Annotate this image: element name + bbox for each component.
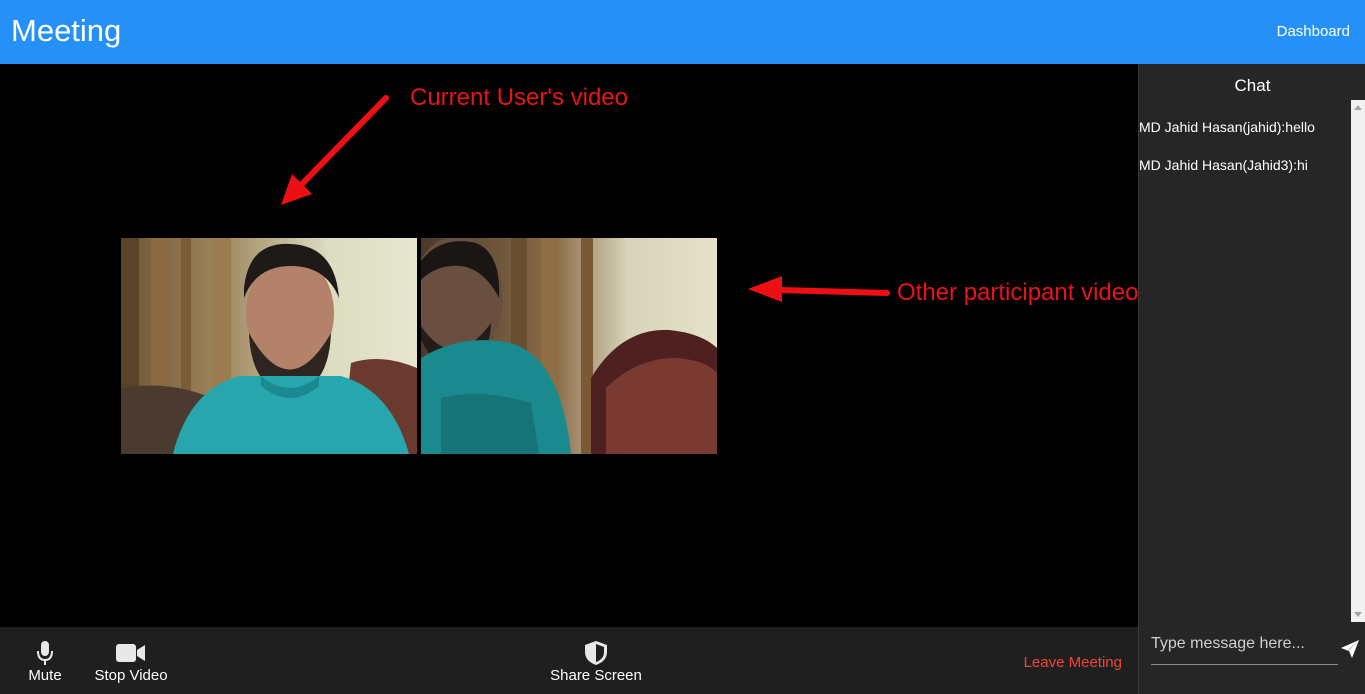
participant-video: [421, 238, 717, 454]
microphone-icon: [36, 640, 54, 666]
share-screen-button[interactable]: Share Screen: [548, 627, 644, 694]
chat-panel: Chat MD Jahid Hasan(jahid):hello MD Jahi…: [1138, 64, 1365, 694]
dashboard-link[interactable]: Dashboard: [1277, 23, 1350, 40]
chat-message: MD Jahid Hasan(Jahid3):hi: [1139, 157, 1308, 173]
chat-message: MD Jahid Hasan(jahid):hello: [1139, 119, 1315, 135]
chat-input-wrapper: [1151, 630, 1338, 665]
chat-scrollbar[interactable]: [1351, 100, 1365, 622]
arrow-to-current-user-video: [281, 95, 389, 205]
mute-label: Mute: [28, 667, 62, 684]
shield-icon: [585, 640, 607, 666]
arrow-to-participant-video: [748, 276, 890, 302]
leave-meeting-button[interactable]: Leave Meeting: [1024, 654, 1122, 671]
share-screen-label: Share Screen: [550, 667, 642, 684]
current-user-video: [121, 238, 417, 454]
chat-title: Chat: [1234, 76, 1271, 95]
send-button[interactable]: [1341, 640, 1359, 658]
meeting-controls: Mute Stop Video Share Screen Leave Meeti…: [0, 627, 1138, 694]
stop-video-button[interactable]: Stop Video: [92, 627, 170, 694]
send-icon: [1341, 640, 1359, 658]
video-camera-icon: [116, 640, 146, 666]
chat-messages: MD Jahid Hasan(jahid):hello MD Jahid Has…: [1139, 100, 1365, 622]
page-title: Meeting: [11, 13, 122, 48]
annotation-current-user-video: Current User's video: [410, 84, 628, 111]
annotation-other-participant-video: Other participant video: [897, 279, 1139, 306]
scroll-down-arrow-icon[interactable]: [1354, 612, 1362, 617]
stop-video-label: Stop Video: [94, 667, 168, 684]
chat-message-input[interactable]: [1151, 630, 1338, 658]
mute-button[interactable]: Mute: [20, 627, 70, 694]
video-stage: Current User's video Other participant v…: [0, 64, 1138, 627]
scroll-up-arrow-icon[interactable]: [1354, 105, 1362, 110]
app-bar: Meeting Dashboard: [0, 0, 1365, 64]
